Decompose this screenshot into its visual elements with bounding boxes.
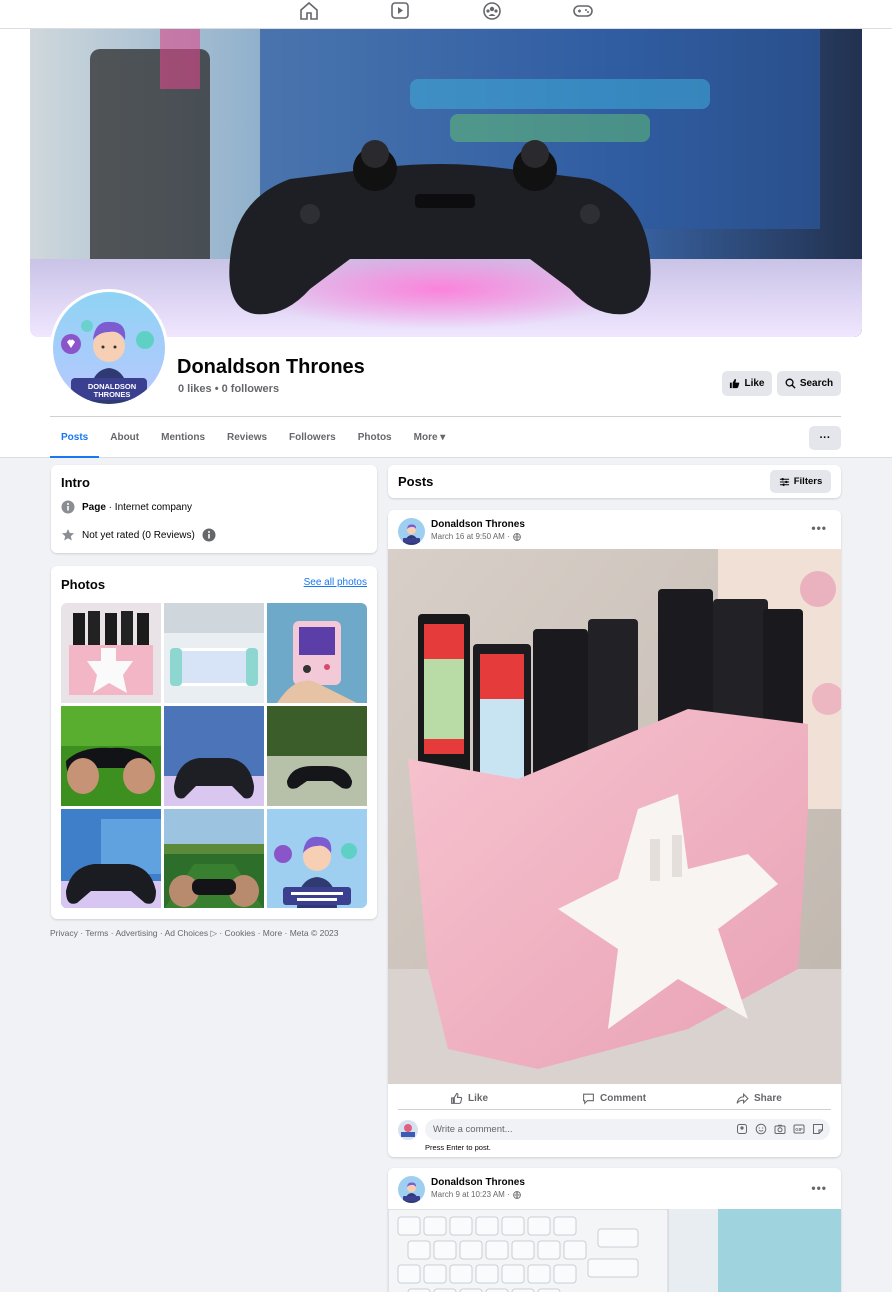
post-date[interactable]: March 16 at 9:50 AM · bbox=[431, 532, 510, 541]
search-page-label: Search bbox=[799, 378, 834, 389]
intro-category-row: Page · Internet company bbox=[61, 500, 192, 514]
post-actions-divider bbox=[398, 1109, 831, 1110]
intro-rating-text: Not yet rated (0 Reviews) bbox=[82, 529, 195, 541]
info-icon bbox=[61, 500, 75, 514]
globe-icon bbox=[512, 1190, 521, 1199]
post-card: Donaldson Thrones March 9 at 10:23 AM · … bbox=[388, 1168, 841, 1292]
share-icon bbox=[736, 1092, 749, 1104]
post-options-icon[interactable]: ••• bbox=[811, 521, 827, 535]
video-icon[interactable] bbox=[389, 1, 411, 21]
tab-photos[interactable]: Photos bbox=[347, 422, 403, 458]
press-enter-hint: Press Enter to post. bbox=[425, 1143, 491, 1152]
post-card: Donaldson Thrones March 16 at 9:50 AM · … bbox=[388, 510, 841, 1157]
emoji-icon[interactable] bbox=[755, 1123, 767, 1135]
intro-category-text: · Internet company bbox=[105, 501, 193, 513]
post-like-label: Like bbox=[468, 1092, 489, 1104]
top-navigation-bar bbox=[0, 0, 892, 29]
posts-title: Posts bbox=[398, 474, 434, 489]
post-image[interactable] bbox=[388, 549, 841, 1084]
intro-category-bold: Page bbox=[82, 501, 106, 513]
comment-input[interactable]: Write a comment... GIF bbox=[425, 1119, 830, 1140]
post-options-icon[interactable]: ••• bbox=[811, 1181, 827, 1195]
page-title: Donaldson Thrones bbox=[177, 356, 365, 378]
post-image[interactable] bbox=[388, 1208, 841, 1292]
filters-button[interactable]: Filters bbox=[770, 470, 831, 493]
avatar-brand-text: DONALDSON THRONES bbox=[87, 382, 137, 399]
filters-icon bbox=[779, 477, 789, 486]
star-icon bbox=[62, 529, 74, 541]
tab-more[interactable]: More ▾ bbox=[403, 422, 457, 458]
post-author-name[interactable]: Donaldson Thrones bbox=[431, 1177, 525, 1188]
intro-rating-row: Not yet rated (0 Reviews) bbox=[61, 528, 216, 542]
page-stats[interactable]: 0 likes • 0 followers bbox=[178, 383, 279, 395]
photo-thumbnail[interactable] bbox=[61, 809, 161, 908]
commenter-avatar[interactable] bbox=[398, 1120, 418, 1140]
more-options-label: ··· bbox=[819, 432, 831, 444]
footer-links[interactable]: Privacy · Terms · Advertising · Ad Choic… bbox=[50, 928, 339, 939]
photos-card: Photos See all photos bbox=[51, 566, 377, 919]
photo-thumbnail[interactable] bbox=[164, 603, 264, 703]
like-page-label: Like bbox=[744, 378, 765, 389]
post-like-button[interactable]: Like bbox=[450, 1087, 488, 1109]
intro-title: Intro bbox=[61, 475, 90, 490]
post-author-avatar[interactable] bbox=[398, 1176, 425, 1203]
home-icon[interactable] bbox=[298, 1, 320, 21]
avatar-sticker-icon[interactable] bbox=[736, 1123, 748, 1135]
photo-thumbnail[interactable] bbox=[267, 706, 367, 806]
tab-posts[interactable]: Posts bbox=[50, 422, 100, 458]
tab-about[interactable]: About bbox=[99, 422, 150, 458]
posts-header-card: Posts Filters bbox=[388, 465, 841, 498]
photo-thumbnail[interactable] bbox=[267, 603, 367, 703]
comment-input-placeholder: Write a comment... bbox=[433, 1124, 513, 1135]
gaming-icon[interactable] bbox=[572, 1, 594, 21]
post-share-button[interactable]: Share bbox=[736, 1087, 782, 1109]
tab-mentions[interactable]: Mentions bbox=[150, 422, 216, 458]
post-share-label: Share bbox=[754, 1092, 782, 1104]
filters-label: Filters bbox=[793, 476, 823, 487]
tab-reviews[interactable]: Reviews bbox=[216, 422, 278, 458]
post-comment-label: Comment bbox=[600, 1092, 647, 1104]
sticker-icon[interactable] bbox=[812, 1123, 824, 1135]
profile-header: DONALDSON THRONES Donaldson Thrones 0 li… bbox=[0, 29, 892, 458]
tab-followers[interactable]: Followers bbox=[278, 422, 347, 458]
search-icon bbox=[785, 378, 796, 389]
svg-text:GIF: GIF bbox=[795, 1127, 803, 1132]
photo-thumbnail[interactable] bbox=[164, 706, 264, 806]
more-options-button[interactable]: ··· bbox=[809, 426, 841, 450]
groups-icon[interactable] bbox=[481, 1, 503, 21]
thumbs-up-icon bbox=[730, 378, 740, 389]
post-author-avatar[interactable] bbox=[398, 518, 425, 545]
photo-thumbnail[interactable] bbox=[164, 809, 264, 908]
photo-thumbnail[interactable] bbox=[61, 603, 161, 703]
header-divider bbox=[50, 416, 841, 417]
photos-title: Photos bbox=[61, 577, 106, 592]
profile-picture[interactable]: DONALDSON THRONES bbox=[50, 289, 168, 407]
post-comment-button[interactable]: Comment bbox=[582, 1087, 646, 1109]
camera-icon[interactable] bbox=[774, 1123, 786, 1135]
photo-thumbnail[interactable] bbox=[61, 706, 161, 806]
like-page-button[interactable]: Like bbox=[722, 371, 772, 396]
globe-icon bbox=[512, 532, 521, 541]
post-timestamp: March 9 at 10:23 AM · bbox=[431, 1190, 521, 1199]
cover-photo[interactable] bbox=[30, 29, 862, 337]
comment-icon bbox=[583, 1093, 594, 1105]
photo-thumbnail[interactable] bbox=[267, 809, 367, 908]
thumbs-up-icon bbox=[451, 1092, 463, 1104]
gif-icon[interactable]: GIF bbox=[793, 1123, 805, 1135]
intro-card: Intro Page · Internet company Not yet ra… bbox=[51, 465, 377, 553]
post-date[interactable]: March 9 at 10:23 AM · bbox=[431, 1190, 510, 1199]
post-timestamp: March 16 at 9:50 AM · bbox=[431, 532, 521, 541]
see-all-photos-link[interactable]: See all photos bbox=[304, 577, 367, 588]
search-page-button[interactable]: Search bbox=[777, 371, 841, 396]
rating-info-icon[interactable] bbox=[202, 528, 216, 542]
post-author-name[interactable]: Donaldson Thrones bbox=[431, 519, 525, 530]
photo-grid bbox=[61, 603, 367, 908]
profile-tabs: Posts About Mentions Reviews Followers P… bbox=[50, 422, 456, 458]
